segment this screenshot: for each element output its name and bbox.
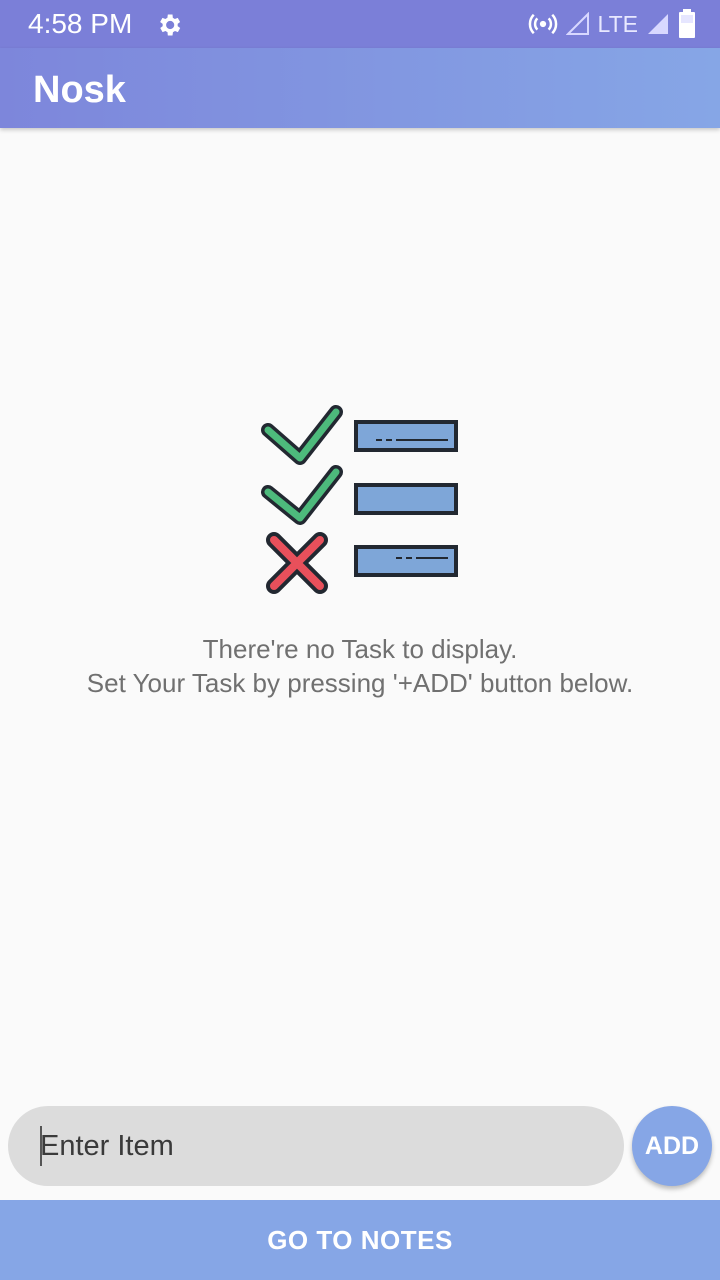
app-title: Nosk bbox=[33, 69, 126, 111]
empty-state-line2: Set Your Task by pressing '+ADD' button … bbox=[86, 668, 634, 698]
task-bar-icon bbox=[354, 420, 458, 452]
app-bar: Nosk bbox=[0, 48, 720, 128]
signal-icon bbox=[648, 14, 668, 34]
status-time: 4:58 PM bbox=[28, 8, 133, 39]
task-bar-icon bbox=[354, 483, 458, 515]
battery-icon bbox=[679, 9, 695, 38]
go-to-notes-button[interactable]: GO TO NOTES bbox=[0, 1200, 720, 1280]
task-bar-icon bbox=[354, 545, 458, 577]
status-bar: 4:58 PM LTE bbox=[0, 0, 720, 48]
enter-item-input[interactable] bbox=[8, 1106, 624, 1186]
empty-state-message: There're no Task to display. Set Your Ta… bbox=[0, 632, 720, 700]
empty-state-line1: There're no Task to display. bbox=[202, 634, 518, 664]
text-cursor bbox=[40, 1126, 42, 1166]
signal-outline-icon bbox=[565, 12, 589, 35]
network-type: LTE bbox=[597, 10, 638, 37]
gear-icon bbox=[160, 14, 181, 36]
task-checklist-icon bbox=[261, 405, 458, 594]
hotspot-icon bbox=[528, 13, 557, 35]
status-right-icons: LTE bbox=[528, 8, 696, 40]
add-button[interactable]: ADD bbox=[632, 1106, 712, 1186]
